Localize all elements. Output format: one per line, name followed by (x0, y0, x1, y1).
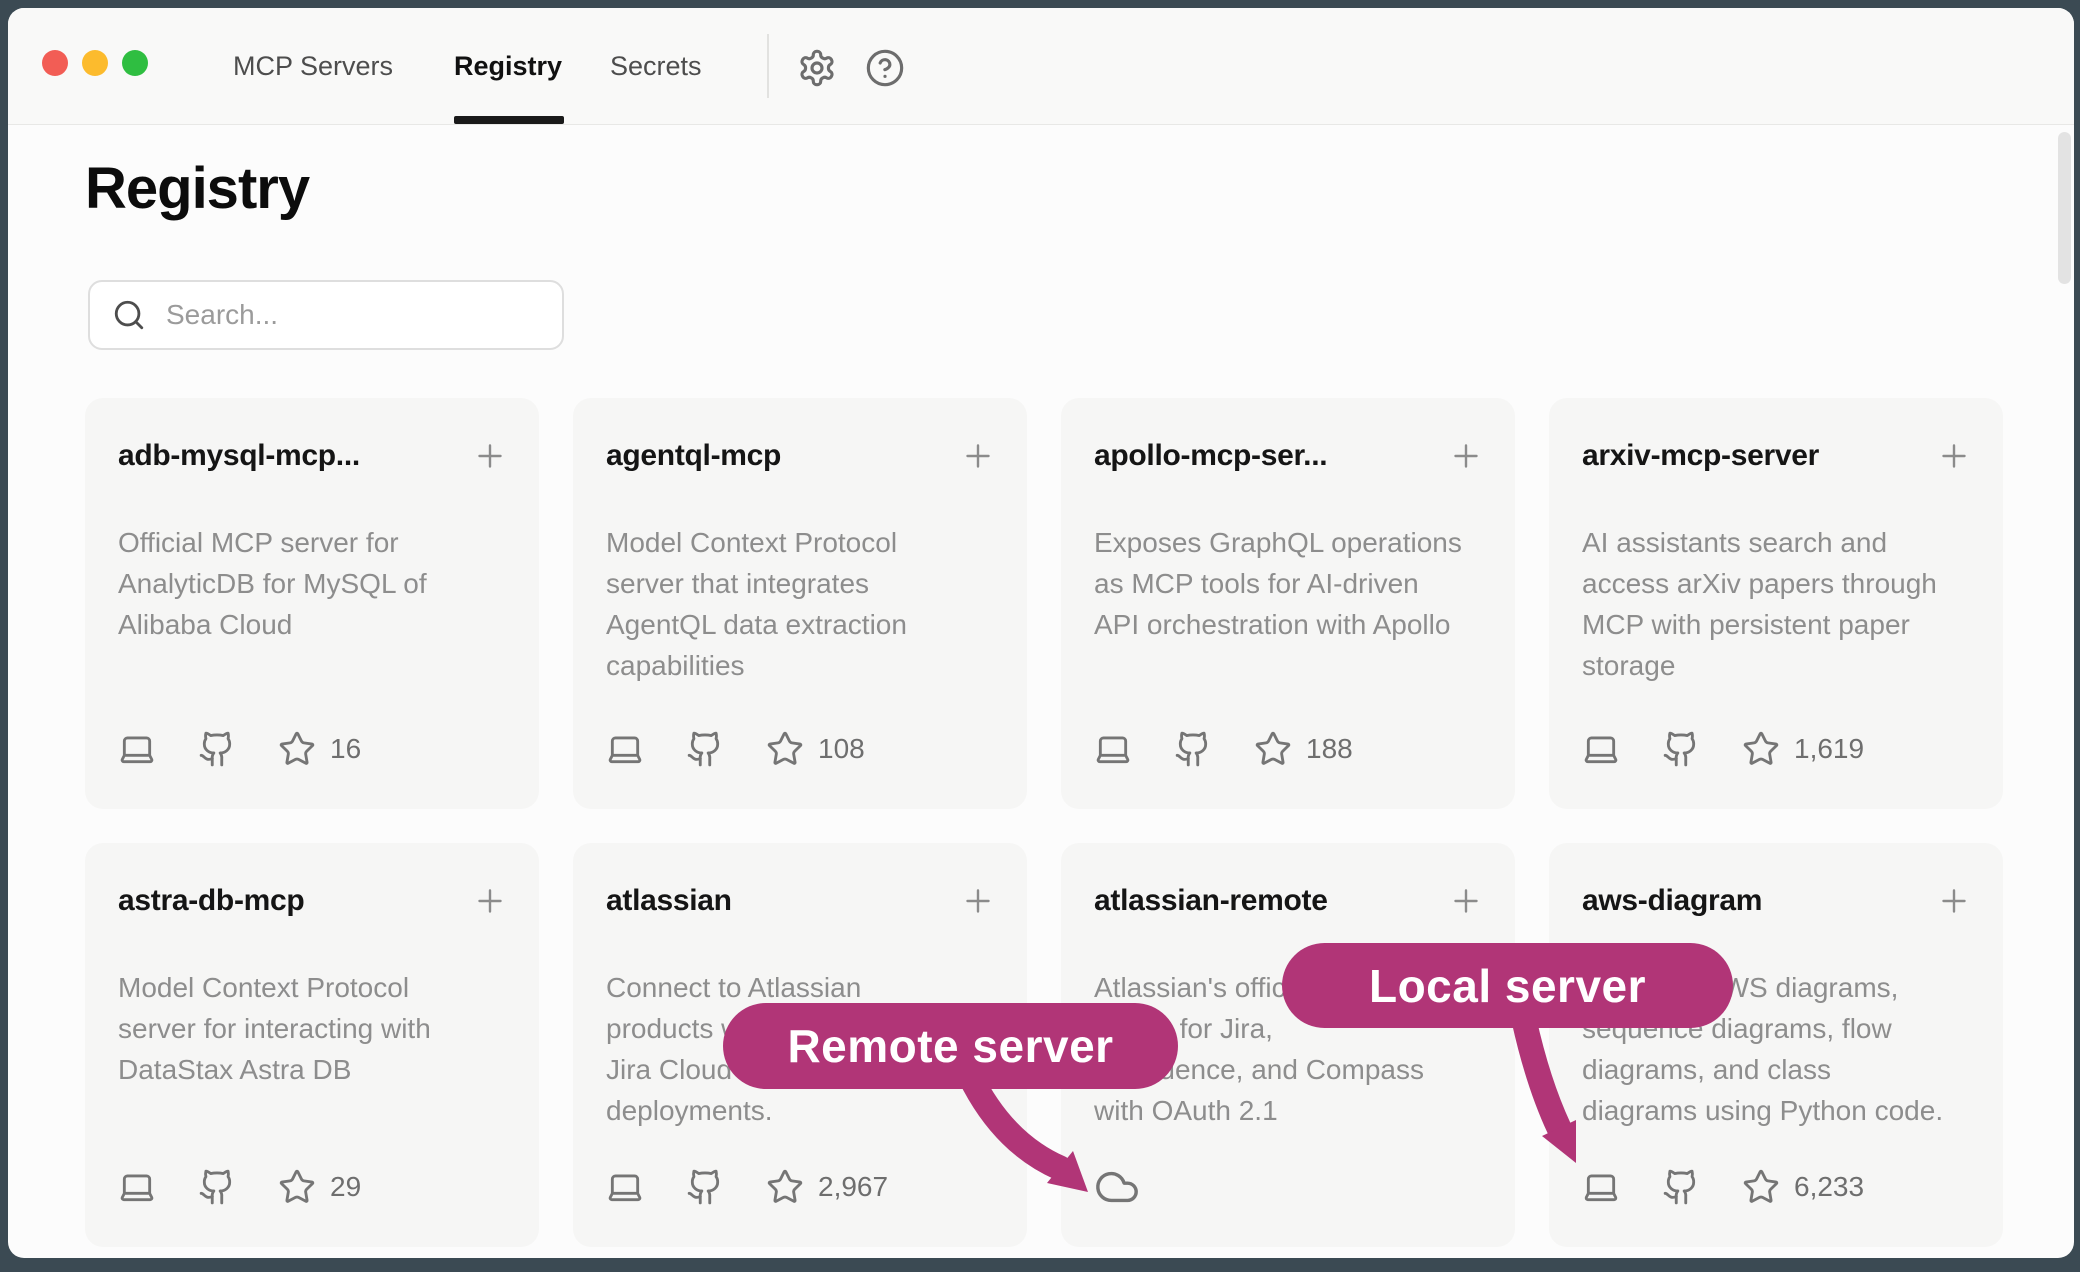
active-tab-indicator (454, 116, 564, 124)
card-description: Model Context Protocol server that integ… (606, 522, 996, 686)
tab-mcp-servers[interactable]: MCP Servers (233, 8, 393, 125)
local-server-badge: Local server (1282, 943, 1733, 1028)
registry-card: adb-mysql-mcp... Official MCP server for… (85, 398, 539, 809)
toolbar-divider (767, 34, 769, 98)
stars-group: 29 (278, 1168, 361, 1206)
card-header: atlassian-remote (1094, 879, 1484, 923)
star-count: 2,967 (818, 1171, 888, 1203)
stars-group: 6,233 (1742, 1168, 1864, 1206)
vertical-scrollbar-thumb[interactable] (2058, 132, 2071, 284)
card-header: apollo-mcp-ser... (1094, 434, 1484, 478)
registry-card-grid: adb-mysql-mcp... Official MCP server for… (85, 398, 2003, 1247)
search-input[interactable] (166, 299, 540, 331)
laptop-icon (606, 730, 644, 768)
github-icon[interactable] (1662, 1168, 1700, 1206)
card-footer: 6,233 (1582, 1167, 1972, 1207)
add-server-button[interactable] (1936, 883, 1972, 919)
star-icon (1742, 1168, 1780, 1206)
laptop-icon (1094, 730, 1132, 768)
stars-group: 108 (766, 730, 865, 768)
add-server-button[interactable] (960, 438, 996, 474)
registry-card: astra-db-mcp Model Context Protocol serv… (85, 843, 539, 1247)
card-header: arxiv-mcp-server (1582, 434, 1972, 478)
app-window: MCP Servers Registry Secrets Registry (8, 8, 2074, 1258)
github-icon[interactable] (686, 730, 724, 768)
add-server-button[interactable] (472, 438, 508, 474)
add-server-button[interactable] (1448, 883, 1484, 919)
star-icon (1254, 730, 1292, 768)
card-title: arxiv-mcp-server (1582, 434, 1819, 478)
cloud-icon (1094, 1164, 1140, 1210)
card-header: aws-diagram (1582, 879, 1972, 923)
registry-card: agentql-mcp Model Context Protocol serve… (573, 398, 1027, 809)
star-count: 16 (330, 733, 361, 765)
settings-gear-icon[interactable] (797, 48, 837, 88)
card-footer: 188 (1094, 729, 1484, 769)
star-icon (1742, 730, 1780, 768)
github-icon[interactable] (686, 1168, 724, 1206)
laptop-icon (1582, 730, 1620, 768)
star-count: 188 (1306, 733, 1353, 765)
registry-card: apollo-mcp-ser... Exposes GraphQL operat… (1061, 398, 1515, 809)
card-description: Model Context Protocol server for intera… (118, 967, 508, 1090)
laptop-icon (606, 1168, 644, 1206)
laptop-icon (118, 730, 156, 768)
minimize-window-button[interactable] (82, 50, 108, 76)
star-count: 108 (818, 733, 865, 765)
star-icon (766, 1168, 804, 1206)
stars-group: 2,967 (766, 1168, 888, 1206)
github-icon[interactable] (198, 1168, 236, 1206)
card-title: apollo-mcp-ser... (1094, 434, 1327, 478)
stars-group: 1,619 (1742, 730, 1864, 768)
star-count: 29 (330, 1171, 361, 1203)
card-title: astra-db-mcp (118, 879, 304, 923)
card-description: Official MCP server for AnalyticDB for M… (118, 522, 508, 645)
registry-card: aws-diagram Generate AWS diagrams, seque… (1549, 843, 2003, 1247)
star-icon (278, 1168, 316, 1206)
card-title: atlassian (606, 879, 732, 923)
stars-group: 188 (1254, 730, 1353, 768)
card-header: astra-db-mcp (118, 879, 508, 923)
tab-secrets[interactable]: Secrets (610, 8, 702, 125)
card-footer: 2,967 (606, 1167, 996, 1207)
card-title: atlassian-remote (1094, 879, 1328, 923)
titlebar: MCP Servers Registry Secrets (8, 8, 2074, 125)
card-footer: 108 (606, 729, 996, 769)
card-title: agentql-mcp (606, 434, 781, 478)
add-server-button[interactable] (1936, 438, 1972, 474)
search-box (88, 280, 564, 350)
laptop-icon (118, 1168, 156, 1206)
help-icon[interactable] (865, 48, 905, 88)
star-count: 6,233 (1794, 1171, 1864, 1203)
star-icon (766, 730, 804, 768)
github-icon[interactable] (1174, 730, 1212, 768)
card-footer: 29 (118, 1167, 508, 1207)
github-icon[interactable] (1662, 730, 1700, 768)
stars-group: 16 (278, 730, 361, 768)
remote-server-badge: Remote server (723, 1003, 1178, 1089)
github-icon[interactable] (198, 730, 236, 768)
tab-registry[interactable]: Registry (454, 8, 562, 125)
registry-card: arxiv-mcp-server AI assistants search an… (1549, 398, 2003, 809)
laptop-icon (1582, 1168, 1620, 1206)
card-footer: 16 (118, 729, 508, 769)
card-footer: 1,619 (1582, 729, 1972, 769)
card-header: agentql-mcp (606, 434, 996, 478)
card-title: aws-diagram (1582, 879, 1762, 923)
card-footer (1094, 1167, 1484, 1207)
add-server-button[interactable] (472, 883, 508, 919)
card-description: AI assistants search and access arXiv pa… (1582, 522, 1972, 686)
star-icon (278, 730, 316, 768)
card-header: atlassian (606, 879, 996, 923)
card-title: adb-mysql-mcp... (118, 434, 360, 478)
card-description: Exposes GraphQL operations as MCP tools … (1094, 522, 1484, 645)
close-window-button[interactable] (42, 50, 68, 76)
add-server-button[interactable] (960, 883, 996, 919)
card-header: adb-mysql-mcp... (118, 434, 508, 478)
zoom-window-button[interactable] (122, 50, 148, 76)
star-count: 1,619 (1794, 733, 1864, 765)
search-icon (112, 298, 146, 332)
add-server-button[interactable] (1448, 438, 1484, 474)
page-title: Registry (85, 154, 309, 224)
